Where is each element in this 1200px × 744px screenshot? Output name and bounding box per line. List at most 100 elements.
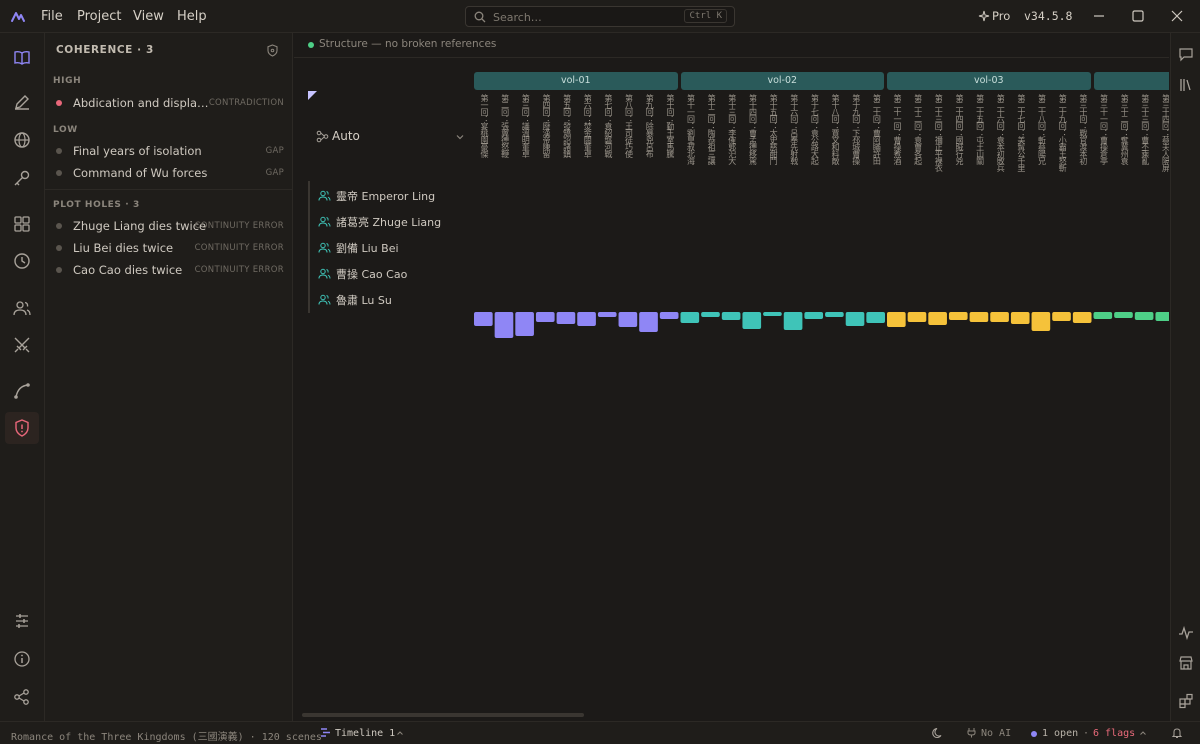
scene-header[interactable]: 第二十回：曹阿瞞許田 <box>868 94 882 184</box>
share-icon[interactable] <box>12 687 32 707</box>
scene-bar[interactable] <box>701 312 720 317</box>
ai-status[interactable]: No AI <box>981 728 1011 739</box>
sliders-icon[interactable] <box>12 611 32 631</box>
scene-bar[interactable] <box>990 312 1009 322</box>
scene-bar[interactable] <box>577 312 596 326</box>
scene-bar[interactable] <box>515 312 534 336</box>
scene-header[interactable]: 第二十四回：國賊行兇 <box>951 94 965 184</box>
scene-bar[interactable] <box>721 312 741 320</box>
list-item[interactable]: Command of Wu forces GAP <box>45 163 292 183</box>
blocks-icon[interactable] <box>1178 693 1194 709</box>
scene-bar[interactable] <box>948 312 968 320</box>
scene-header[interactable]: 第二十八回：斬蔡陽兄 <box>1034 94 1048 184</box>
minimize-icon[interactable] <box>1092 9 1106 23</box>
scene-bar[interactable] <box>680 312 700 323</box>
scene-header[interactable]: 第七回：袁紹磐河戰 <box>600 94 614 184</box>
scene-bar[interactable] <box>742 312 762 329</box>
info-icon[interactable] <box>12 649 32 669</box>
scene-header[interactable]: 第三回：議溫明董卓 <box>517 94 531 184</box>
shield-alert-icon[interactable] <box>12 418 32 438</box>
character-row[interactable]: 劉備 Liu Bei <box>318 237 468 257</box>
scene-bar[interactable] <box>1052 312 1071 321</box>
scene-header[interactable]: 第十四回：曹孟德移駕 <box>744 94 758 184</box>
chevron-up-icon[interactable] <box>396 729 404 737</box>
scene-header[interactable]: 第二回：張翼德怒鞭 <box>497 94 511 184</box>
scene-header[interactable]: 第八回：王司徒巧使 <box>621 94 635 184</box>
scene-bar[interactable] <box>494 312 514 338</box>
open-count[interactable]: 1 open <box>1042 728 1078 739</box>
swords-icon[interactable] <box>12 335 32 355</box>
scene-header[interactable]: 第二十三回：禰正平裸衣 <box>930 94 944 184</box>
scene-header[interactable]: 第九回：除暴兇呂布 <box>641 94 655 184</box>
flags-count[interactable]: 6 flags <box>1093 728 1135 739</box>
scene-bar[interactable] <box>1031 312 1051 331</box>
scene-header[interactable]: 第二十一回：曹操煮酒 <box>889 94 903 184</box>
list-item[interactable]: Zhuge Liang dies twice CONTINUITY ERROR <box>45 216 292 236</box>
comment-icon[interactable] <box>1178 46 1194 62</box>
volume-header[interactable]: vol-03 <box>887 72 1091 90</box>
timeline-selector[interactable]: Timeline 1 <box>335 728 395 739</box>
volume-header[interactable]: vol-02 <box>680 72 884 90</box>
scene-bar[interactable] <box>1093 312 1113 319</box>
scene-header[interactable]: 第四回：廢漢帝陳留 <box>538 94 552 184</box>
scene-header[interactable]: 第六回：焚金闕董卓 <box>579 94 593 184</box>
scene-bar[interactable] <box>928 312 947 325</box>
maximize-icon[interactable] <box>1131 9 1145 23</box>
scene-header[interactable]: 第三十一回：曹操倉亭 <box>1096 94 1110 184</box>
scene-header[interactable]: 第十八回：賈文和料敵 <box>827 94 841 184</box>
clock-icon[interactable] <box>12 251 32 271</box>
curve-path-icon[interactable] <box>12 381 32 401</box>
scene-bar[interactable] <box>866 312 885 323</box>
shield-icon[interactable] <box>266 44 279 57</box>
scene-header[interactable]: 第十五回：太史慈酣鬥 <box>765 94 779 184</box>
volume-header[interactable] <box>1093 72 1169 90</box>
scene-bar[interactable] <box>474 312 493 326</box>
menu-file[interactable]: File <box>41 9 63 24</box>
scene-header[interactable]: 第二十五回：屯土山關 <box>972 94 986 184</box>
scene-bar[interactable] <box>556 312 576 324</box>
character-row[interactable]: 諸葛亮 Zhuge Liang <box>318 211 468 231</box>
character-row[interactable]: 曹操 Cao Cao <box>318 263 468 283</box>
store-icon[interactable] <box>1178 655 1194 671</box>
scene-header[interactable]: 第一回：宴桃園豪傑 <box>476 94 490 184</box>
scene-bar[interactable] <box>907 312 927 322</box>
scene-header[interactable]: 第十回：勤王室馬騰 <box>662 94 676 184</box>
menu-project[interactable]: Project <box>77 9 121 24</box>
scene-header[interactable]: 第三十二回：奪冀州袁 <box>1116 94 1130 184</box>
menu-view[interactable]: View <box>133 9 164 24</box>
scene-header[interactable]: 第二十九回：小霸王怒斬 <box>1054 94 1068 184</box>
scene-bar[interactable] <box>659 312 679 319</box>
scene-header[interactable]: 第三十回：戰官渡本初 <box>1075 94 1089 184</box>
scene-bar[interactable] <box>887 312 906 327</box>
book-icon[interactable] <box>12 48 32 68</box>
close-icon[interactable] <box>1170 9 1184 23</box>
scene-bar[interactable] <box>597 312 617 317</box>
scene-bar[interactable] <box>825 312 844 317</box>
chevron-down-icon[interactable] <box>455 132 465 142</box>
scene-bar[interactable] <box>783 312 803 330</box>
search-box[interactable]: Ctrl K <box>465 6 735 27</box>
scene-header[interactable]: 第十二回：陶恭祖三讓 <box>703 94 717 184</box>
scene-bar[interactable] <box>845 312 865 326</box>
scene-header[interactable]: 第三十三回：曹丕乘亂 <box>1137 94 1151 184</box>
key-icon[interactable] <box>12 168 32 188</box>
list-item[interactable]: Cao Cao dies twice CONTINUITY ERROR <box>45 260 292 280</box>
users-icon[interactable] <box>12 298 32 318</box>
scene-header[interactable]: 第十九回：下邳城曹操 <box>848 94 862 184</box>
volume-header[interactable]: vol-01 <box>474 72 678 90</box>
scene-header[interactable]: 第十七回：袁公路大起 <box>806 94 820 184</box>
menu-help[interactable]: Help <box>177 9 207 24</box>
character-row[interactable]: 靈帝 Emperor Ling <box>318 185 468 205</box>
grouping-select[interactable]: Auto <box>332 129 360 143</box>
activity-icon[interactable] <box>1178 625 1194 641</box>
bell-icon[interactable] <box>1171 727 1183 739</box>
scene-bar[interactable] <box>1010 312 1030 324</box>
chevron-up-icon[interactable] <box>1139 729 1147 737</box>
scene-header[interactable]: 第三十四回：蔡夫人隔屏 <box>1157 94 1169 184</box>
horizontal-scrollbar[interactable] <box>302 713 584 717</box>
scene-bar[interactable] <box>618 312 638 327</box>
scene-header[interactable]: 第二十六回：袁本初敗兵 <box>992 94 1006 184</box>
scene-bar[interactable] <box>535 312 555 322</box>
list-item[interactable]: Liu Bei dies twice CONTINUITY ERROR <box>45 238 292 258</box>
scene-header[interactable]: 第五回：發矯詔諸鎮 <box>559 94 573 184</box>
